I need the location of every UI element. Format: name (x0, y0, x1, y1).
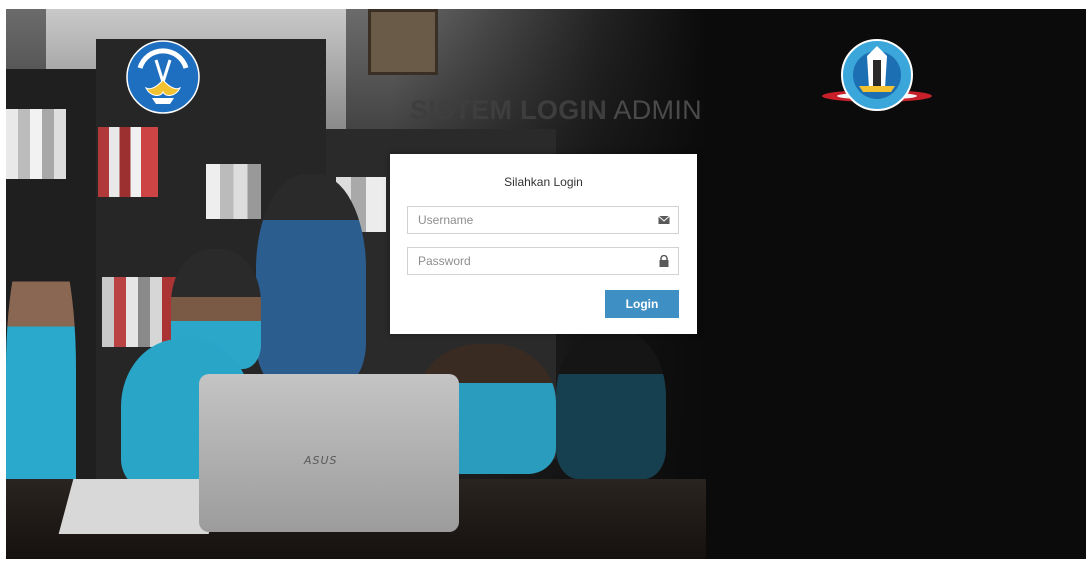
books (6, 109, 66, 179)
login-page: ASUS SISTEM LOGIN ADMIN Silahkan Login U… (6, 9, 1086, 559)
page-title-bold: SISTEM LOGIN (410, 95, 608, 125)
login-heading: Silahkan Login (504, 175, 583, 189)
lock-icon (659, 255, 669, 267)
password-input[interactable] (408, 248, 668, 274)
school-logo (822, 39, 932, 111)
page-title-light: ADMIN (613, 95, 702, 125)
laptop-brand: ASUS (304, 454, 338, 467)
login-button[interactable]: Login (605, 290, 679, 318)
username-input[interactable] (408, 207, 668, 233)
username-field[interactable] (407, 206, 679, 234)
books (102, 277, 182, 347)
tut-wuri-handayani-logo (126, 40, 200, 114)
login-panel: Silahkan Login Login (390, 154, 697, 334)
books (206, 164, 261, 219)
page-title: SISTEM LOGIN ADMIN (410, 95, 702, 126)
person-standing (256, 174, 366, 384)
books (98, 127, 158, 197)
envelope-icon (658, 215, 670, 224)
laptop: ASUS (199, 374, 459, 532)
wall-frame (368, 9, 438, 75)
password-field[interactable] (407, 247, 679, 275)
person-seated (556, 329, 666, 479)
